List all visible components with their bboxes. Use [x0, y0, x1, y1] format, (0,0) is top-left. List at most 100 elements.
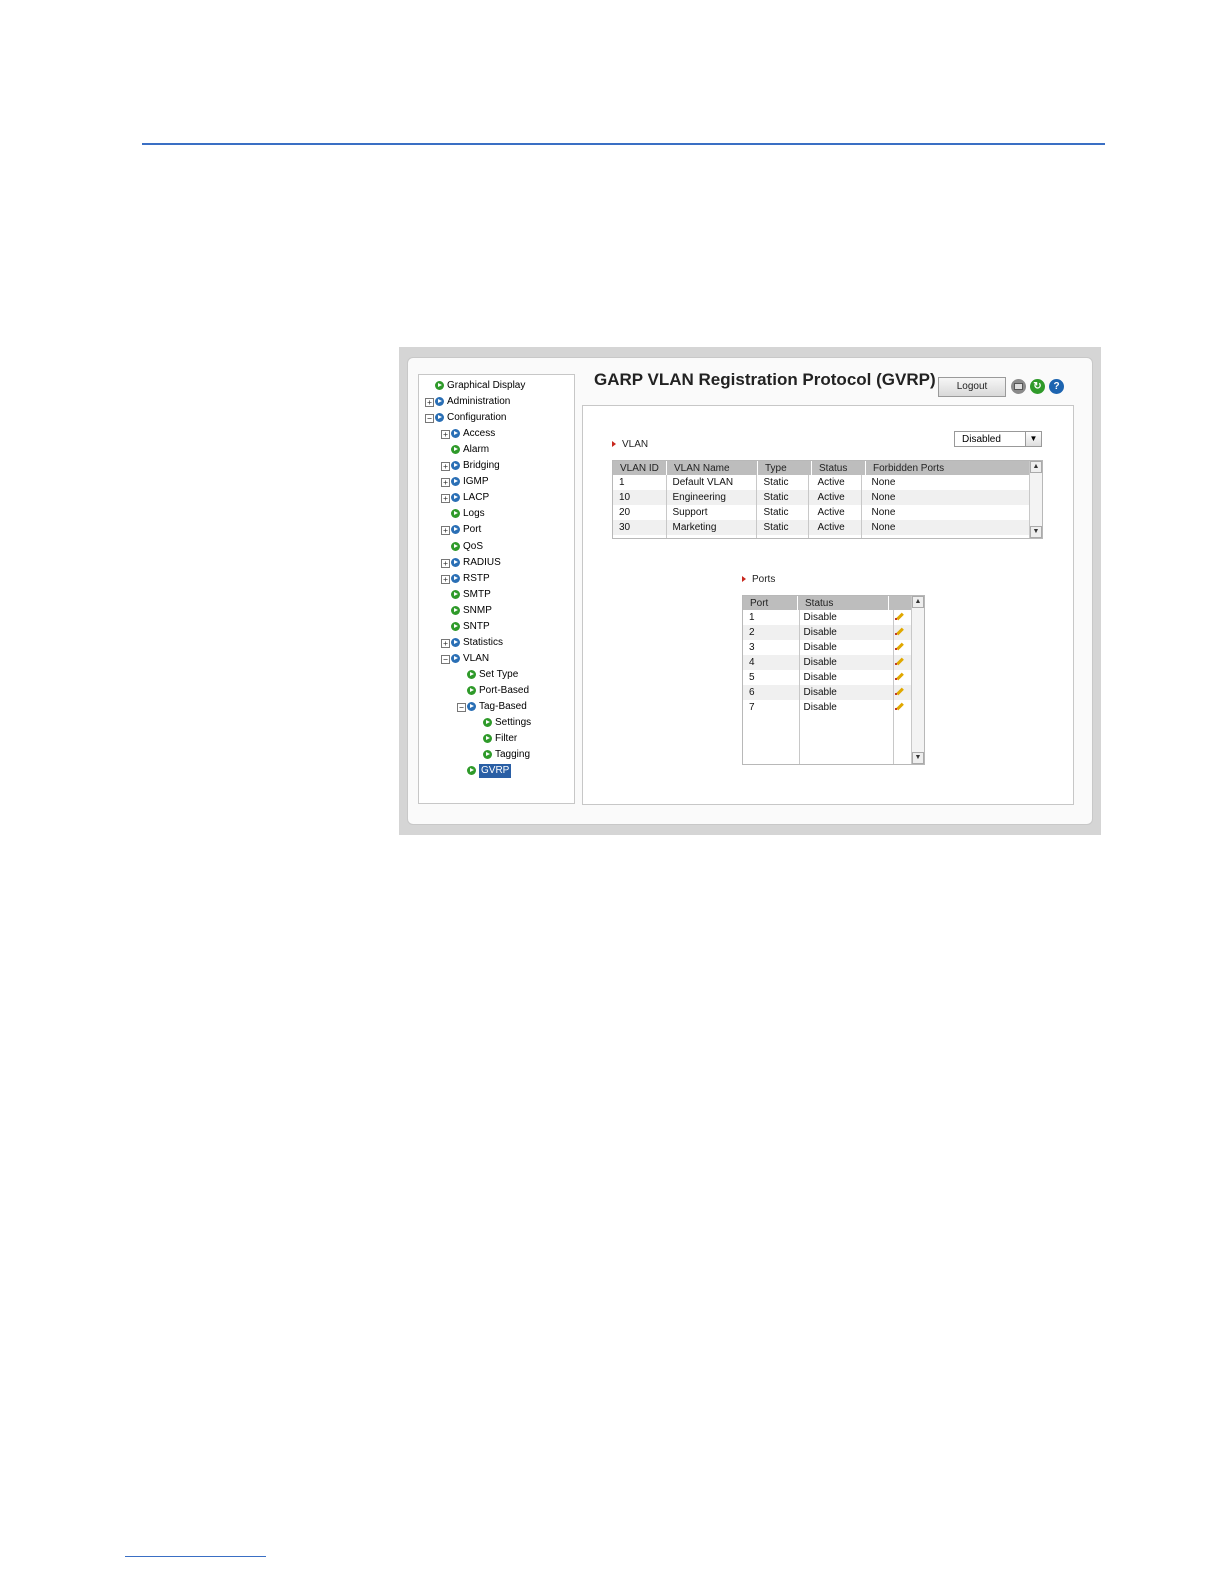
nav-item-label: IGMP — [463, 476, 489, 488]
vlan-cell: None — [865, 520, 1030, 535]
nav-item-radius[interactable]: + RADIUS — [419, 556, 569, 570]
col-forbidden-ports[interactable]: Forbidden Ports — [865, 461, 1030, 475]
edit-pencil-icon[interactable] — [894, 671, 904, 681]
page-top-rule — [142, 143, 1105, 145]
nav-item-snmp[interactable]: SNMP — [419, 604, 569, 618]
col-type[interactable]: Type — [757, 461, 812, 475]
scroll-down-icon[interactable]: ▼ — [912, 752, 924, 764]
gvrp-mode-select[interactable]: Disabled ▼ — [954, 431, 1042, 447]
nav-item-port[interactable]: + Port — [419, 523, 569, 537]
nav-item-tag-based[interactable]: − Tag-Based — [419, 700, 569, 714]
nav-item-label: Tag-Based — [479, 701, 527, 712]
vlan-table-scrollbar[interactable]: ▲ ▼ — [1029, 461, 1042, 538]
refresh-icon[interactable]: ↻ — [1030, 379, 1045, 394]
nav-item-tagging[interactable]: Tagging — [419, 748, 569, 762]
col-vlan-id[interactable]: VLAN ID — [613, 461, 667, 475]
edit-cell — [888, 685, 912, 700]
ports-table-row[interactable]: 5 Disable — [743, 670, 912, 685]
nav-item-logs[interactable]: Logs — [419, 507, 569, 521]
edit-pencil-icon[interactable] — [894, 701, 904, 711]
ports-table-row[interactable]: 7 Disable — [743, 700, 912, 715]
ports-table-row[interactable]: 1 Disable — [743, 610, 912, 625]
vlan-cell: 20 — [619, 507, 631, 518]
nav-item-bridging[interactable]: + Bridging — [419, 459, 569, 473]
expand-icon[interactable]: + — [441, 430, 450, 440]
red-arrow-icon — [742, 576, 746, 583]
nav-item-sntp[interactable]: SNTP — [419, 620, 569, 634]
edit-cell — [888, 700, 912, 715]
nav-item-graphical-display[interactable]: Graphical Display — [419, 379, 569, 393]
expand-icon[interactable]: + — [441, 526, 450, 536]
edit-pencil-icon[interactable] — [894, 686, 904, 696]
nav-item-lacp[interactable]: + LACP — [419, 491, 569, 505]
vlan-table-row[interactable]: 20 Support Static Active None — [613, 505, 1030, 520]
edit-pencil-icon[interactable] — [894, 626, 904, 636]
edit-pencil-icon[interactable] — [894, 656, 904, 666]
arrow-bullet-icon — [467, 685, 476, 695]
arrow-bullet-icon — [467, 702, 476, 711]
expand-icon[interactable]: + — [441, 494, 450, 504]
nav-item-alarm[interactable]: Alarm — [419, 443, 569, 457]
page-title: GARP VLAN Registration Protocol (GVRP) — [594, 370, 936, 389]
col-vlan-name[interactable]: VLAN Name — [666, 461, 758, 475]
ports-table-scrollbar[interactable]: ▲ ▼ — [911, 596, 924, 764]
port-cell: 6 — [743, 685, 798, 700]
nav-item-port-based[interactable]: Port-Based — [419, 684, 569, 698]
ports-table-row[interactable]: 4 Disable — [743, 655, 912, 670]
vlan-table-row[interactable]: 10 Engineering Static Active None — [613, 490, 1030, 505]
nav-item-settings[interactable]: Settings — [419, 716, 569, 730]
edit-cell — [888, 640, 912, 655]
nav-item-igmp[interactable]: + IGMP — [419, 475, 569, 489]
navigation-tree: Graphical Display + Administration − Configu… — [418, 374, 575, 804]
col-port[interactable]: Port — [743, 596, 799, 610]
col-status[interactable]: Status — [811, 461, 866, 475]
col-port-status[interactable]: Status — [797, 596, 889, 610]
vlan-cell: Static — [763, 507, 789, 518]
ports-table-row[interactable]: 3 Disable — [743, 640, 912, 655]
vlan-cell: None — [865, 490, 1030, 505]
ports-table-row[interactable]: 2 Disable — [743, 625, 912, 640]
scroll-up-icon[interactable]: ▲ — [1030, 461, 1042, 473]
chevron-down-icon[interactable]: ▼ — [1025, 432, 1041, 446]
expand-icon[interactable]: + — [441, 574, 450, 584]
nav-item-administration[interactable]: + Administration — [419, 395, 569, 409]
edit-pencil-icon[interactable] — [894, 641, 904, 651]
collapse-icon[interactable]: − — [457, 703, 466, 712]
vlan-cell: Engineering — [666, 490, 758, 505]
expand-icon[interactable]: + — [441, 478, 450, 488]
scroll-up-icon[interactable]: ▲ — [912, 596, 924, 608]
arrow-bullet-icon — [451, 429, 460, 439]
logout-button[interactable]: Logout — [938, 377, 1006, 397]
expand-icon[interactable]: + — [425, 398, 434, 408]
vlan-cell: Marketing — [666, 520, 758, 535]
ports-section-text: Ports — [752, 574, 776, 585]
help-icon[interactable]: ? — [1049, 379, 1064, 394]
nav-item-statistics[interactable]: + Statistics — [419, 636, 569, 650]
arrow-bullet-icon — [451, 541, 460, 551]
nav-item-filter[interactable]: Filter — [419, 732, 569, 746]
printer-icon[interactable] — [1011, 379, 1026, 394]
expand-icon[interactable]: + — [441, 462, 450, 472]
edit-pencil-icon[interactable] — [894, 611, 904, 621]
nav-item-label: LACP — [463, 492, 490, 504]
nav-item-configuration[interactable]: − Configuration — [419, 411, 569, 425]
nav-item-access[interactable]: + Access — [419, 427, 569, 441]
expand-icon[interactable]: + — [441, 638, 450, 648]
scroll-down-icon[interactable]: ▼ — [1030, 526, 1042, 538]
collapse-icon[interactable]: − — [425, 414, 434, 424]
nav-item-set-type[interactable]: Set Type — [419, 668, 569, 682]
nav-item-vlan[interactable]: − VLAN — [419, 652, 569, 666]
expand-icon[interactable]: + — [441, 558, 450, 568]
vlan-table-row[interactable]: 1 Default VLAN Static Active None — [613, 475, 1030, 490]
gvrp-mode-value: Disabled — [962, 434, 1001, 445]
nav-item-rstp[interactable]: + RSTP — [419, 572, 569, 586]
nav-item-smtp[interactable]: SMTP — [419, 588, 569, 602]
vlan-table-row[interactable]: 30 Marketing Static Active None — [613, 520, 1030, 535]
nav-item-qos[interactable]: QoS — [419, 540, 569, 554]
ports-table-row[interactable]: 6 Disable — [743, 685, 912, 700]
vlan-cell: None — [871, 477, 896, 488]
port-cell: 3 — [749, 642, 755, 653]
collapse-icon[interactable]: − — [441, 654, 450, 664]
vlan-cell: Active — [811, 520, 866, 535]
nav-item-gvrp[interactable]: GVRP — [419, 764, 569, 779]
